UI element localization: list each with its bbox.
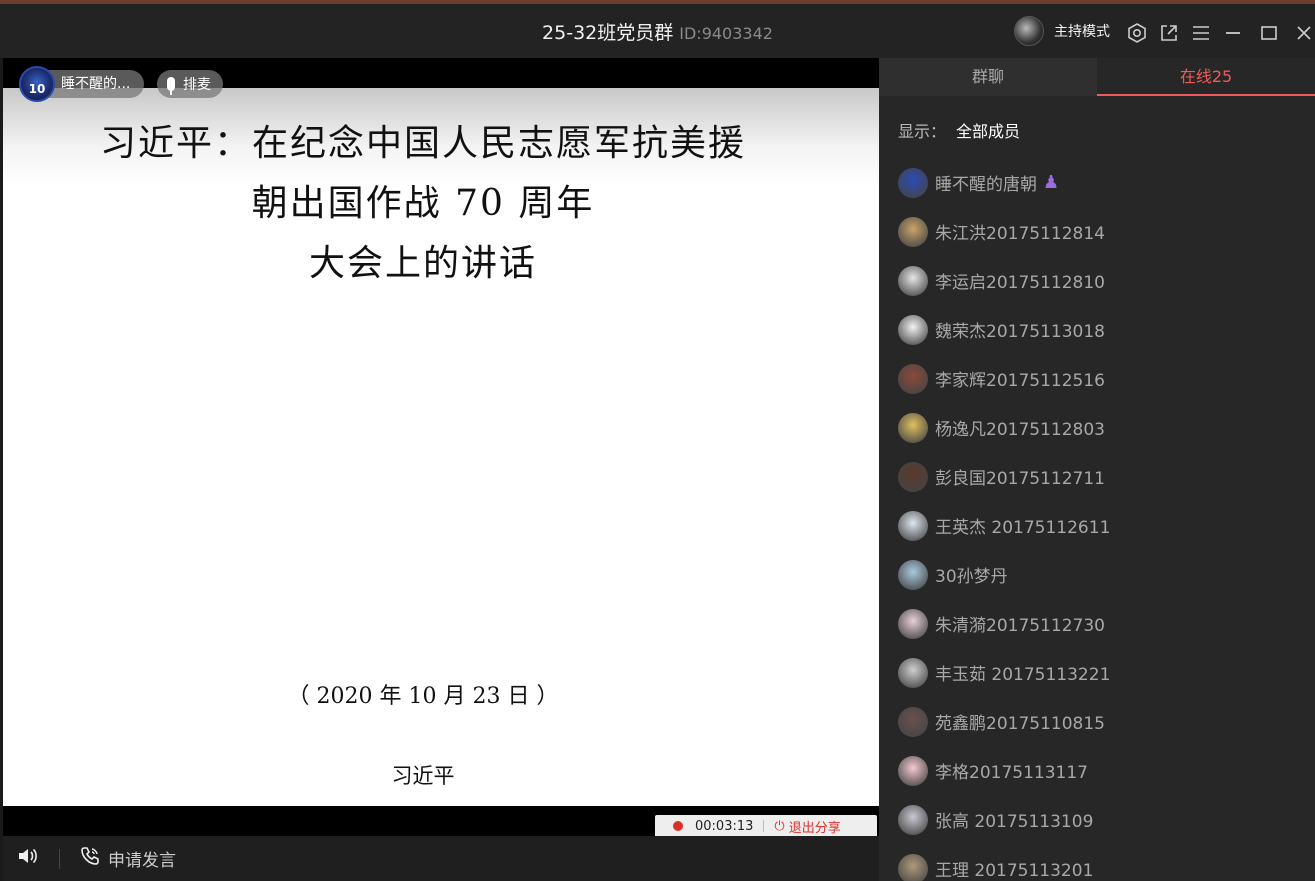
- member-name: 30孙梦丹: [935, 567, 1008, 587]
- member-avatar: [898, 167, 928, 198]
- member-avatar: [898, 657, 928, 688]
- member-avatar: [898, 363, 928, 394]
- member-avatar: [898, 510, 928, 541]
- power-icon: ⏻: [774, 818, 785, 834]
- member-list-item[interactable]: 王英杰 20175112611: [898, 501, 1308, 550]
- mic-queue-label: 排麦: [183, 77, 211, 93]
- settings-gear-icon[interactable]: [1126, 22, 1148, 44]
- member-name: 杨逸凡20175112803: [935, 420, 1105, 440]
- panel-tabs: 群聊 在线25: [879, 58, 1315, 96]
- member-avatar: [898, 853, 928, 881]
- title-bar: 25-32班党员群 ID:9403342 主持模式: [0, 0, 1315, 58]
- exit-share-button[interactable]: ⏻ 退出分享: [774, 817, 840, 836]
- slide-date: （ 2020 年 10 月 23 日 ）: [287, 684, 559, 709]
- member-list-item[interactable]: 彭良国20175112711: [898, 452, 1308, 501]
- tab-online-members[interactable]: 在线25: [1097, 58, 1315, 96]
- member-filter-value: 全部成员: [956, 122, 1021, 141]
- member-avatar: [898, 265, 928, 296]
- member-list-item[interactable]: 杨逸凡20175112803: [898, 403, 1308, 452]
- host-avatar: [1014, 16, 1044, 46]
- speaker-avatar: 10: [19, 66, 55, 102]
- host-mode-label: 主持模式: [1054, 24, 1110, 40]
- member-list: 睡不醒的唐朝 ♟ 朱江洪20175112814 李运启20175112810 魏荣杰20…: [898, 158, 1308, 881]
- member-avatar: [898, 804, 928, 835]
- current-speaker[interactable]: 10 睡不醒的...: [19, 66, 145, 102]
- member-avatar: [898, 314, 928, 345]
- slide-title-line-1: 习近平：在纪念中国人民志愿军抗美援: [99, 123, 746, 164]
- member-list-item[interactable]: 朱江洪20175112814: [898, 207, 1308, 256]
- mic-queue-button[interactable]: 排麦: [157, 70, 223, 98]
- group-id: ID:9403342: [679, 24, 773, 43]
- apply-to-speak-label: 申请发言: [108, 851, 176, 871]
- member-list-item[interactable]: 朱清漪20175112730: [898, 599, 1308, 648]
- group-name: 25-32班党员群: [542, 22, 674, 44]
- apply-to-speak-button[interactable]: 申请发言: [80, 846, 176, 871]
- share-control-bar: 00:03:13 ⏻ 退出分享: [655, 815, 877, 837]
- member-name: 睡不醒的唐朝: [935, 175, 1037, 195]
- recording-dot-icon: [673, 821, 683, 831]
- member-filter[interactable]: 显示： 全部成员: [898, 118, 1020, 142]
- tab-group-chat[interactable]: 群聊: [879, 58, 1097, 96]
- member-name: 李运启20175112810: [935, 273, 1105, 293]
- member-name: 张高 20175113109: [935, 812, 1094, 832]
- slide-title-line-3: 大会上的讲话: [308, 243, 537, 284]
- bottom-toolbar: 申请发言: [3, 836, 879, 881]
- member-avatar: [898, 412, 928, 443]
- member-name: 朱江洪20175112814: [935, 224, 1105, 244]
- slide-title-line-2: 朝出国作战 70 周年: [251, 183, 595, 224]
- shared-screen-stage: 习近平：在纪念中国人民志愿军抗美援 朝出国作战 70 周年 大会上的讲话 （ 2…: [3, 58, 879, 837]
- volume-icon[interactable]: [17, 846, 39, 871]
- host-mode-indicator[interactable]: 主持模式: [1014, 16, 1110, 46]
- minimize-icon[interactable]: [1222, 22, 1244, 44]
- speaker-avatar-number: 10: [28, 82, 46, 96]
- member-filter-label: 显示：: [898, 122, 947, 141]
- member-avatar: [898, 706, 928, 737]
- member-list-item[interactable]: 丰玉茹 20175113221: [898, 648, 1308, 697]
- phone-icon: [80, 846, 100, 871]
- member-name: 苑鑫鹏20175110815: [935, 714, 1105, 734]
- host-badge-icon: ♟: [1043, 172, 1060, 193]
- side-panel: 群聊 在线25 显示： 全部成员 睡不醒的唐朝 ♟ 朱江洪20175112814 李运启…: [879, 58, 1315, 881]
- member-avatar: [898, 461, 928, 492]
- exit-share-label: 退出分享: [788, 820, 841, 836]
- member-avatar: [898, 216, 928, 247]
- member-list-item[interactable]: 魏荣杰20175113018: [898, 305, 1308, 354]
- member-list-item[interactable]: 李运启20175112810: [898, 256, 1308, 305]
- shared-slide: 习近平：在纪念中国人民志愿军抗美援 朝出国作战 70 周年 大会上的讲话 （ 2…: [3, 88, 879, 837]
- member-name: 丰玉茹 20175113221: [935, 665, 1111, 685]
- member-list-item[interactable]: 张高 20175113109: [898, 795, 1308, 844]
- window-title: 25-32班党员群 ID:9403342: [0, 18, 1315, 45]
- divider: [59, 848, 60, 869]
- member-avatar: [898, 559, 928, 590]
- member-list-item[interactable]: 睡不醒的唐朝 ♟: [898, 158, 1308, 207]
- member-name: 朱清漪20175112730: [935, 616, 1105, 636]
- member-list-item[interactable]: 李格20175113117: [898, 746, 1308, 795]
- member-list-item[interactable]: 苑鑫鹏20175110815: [898, 697, 1308, 746]
- member-name: 魏荣杰20175113018: [935, 322, 1105, 342]
- menu-icon[interactable]: [1190, 22, 1212, 44]
- member-name: 彭良国20175112711: [935, 469, 1105, 489]
- member-list-item[interactable]: 30孙梦丹: [898, 550, 1308, 599]
- slide-author: 习近平: [391, 764, 455, 788]
- member-name: 王理 20175113201: [935, 861, 1094, 881]
- speaker-name: 睡不醒的...: [43, 70, 145, 98]
- member-avatar: [898, 608, 928, 639]
- member-name: 李家辉20175112516: [935, 371, 1105, 391]
- share-timer: 00:03:13: [695, 818, 754, 834]
- divider: [763, 820, 765, 832]
- member-name: 王英杰 20175112611: [935, 518, 1111, 538]
- member-avatar: [898, 755, 928, 786]
- close-icon[interactable]: [1293, 22, 1315, 44]
- member-list-item[interactable]: 王理 20175113201: [898, 844, 1308, 881]
- maximize-icon[interactable]: [1258, 22, 1280, 44]
- popout-icon[interactable]: [1158, 22, 1180, 44]
- microphone-icon: [167, 77, 175, 95]
- member-name: 李格20175113117: [935, 763, 1088, 783]
- member-list-item[interactable]: 李家辉20175112516: [898, 354, 1308, 403]
